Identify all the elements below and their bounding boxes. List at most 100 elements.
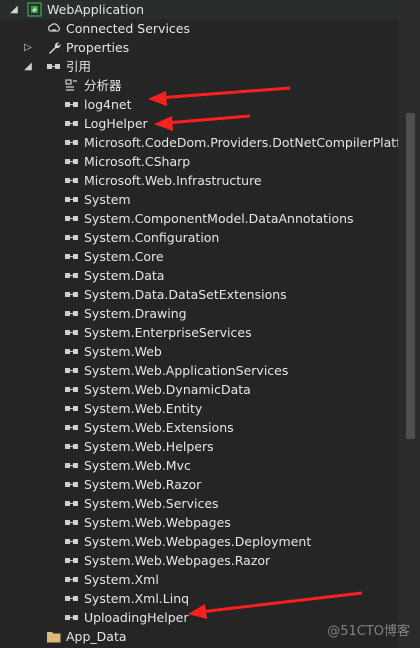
reference-icon [64,477,80,492]
reference-item[interactable]: Microsoft.CodeDom.Providers.DotNetCompil… [0,133,398,152]
reference-icon [64,591,80,606]
reference-label: UploadingHelper [84,610,189,625]
reference-icon [64,439,80,454]
reference-item[interactable]: System.Web.Razor [0,475,398,494]
reference-label: System.Web.DynamicData [84,382,251,397]
references-label: 引用 [66,59,92,74]
reference-item[interactable]: System.Web.Extensions [0,418,398,437]
csharp-project-icon: # [27,2,43,17]
reference-icon [64,306,80,321]
reference-label: System.Web [84,344,162,359]
reference-label: System.Core [84,249,164,264]
cloud-link-icon [46,21,62,36]
reference-label: System.EnterpriseServices [84,325,252,340]
reference-label: System.Data.DataSetExtensions [84,287,287,302]
scrollbar-thumb[interactable] [406,113,415,439]
reference-item[interactable]: Microsoft.CSharp [0,152,398,171]
reference-label: System.Web.ApplicationServices [84,363,289,378]
reference-item[interactable]: System.Web.Entity [0,399,398,418]
chevron-down-icon[interactable]: ◢ [22,57,34,76]
reference-icon [64,173,80,188]
reference-item[interactable]: System.Configuration [0,228,398,247]
reference-label: System.Web.Razor [84,477,202,492]
reference-icon [64,401,80,416]
reference-icon [64,154,80,169]
reference-label: Microsoft.CSharp [84,154,191,169]
reference-item[interactable]: System.Data [0,266,398,285]
svg-text:#: # [32,7,37,14]
reference-label: System.Web.Webpages.Deployment [84,534,312,549]
reference-label: LogHelper [84,116,148,131]
tree-item-properties[interactable]: ▷ Properties [0,38,398,57]
reference-item[interactable]: System.Data.DataSetExtensions [0,285,398,304]
reference-item[interactable]: LogHelper [0,114,398,133]
reference-item[interactable]: System.Web.ApplicationServices [0,361,398,380]
analyzer-icon [64,78,80,93]
reference-item[interactable]: Microsoft.Web.Infrastructure [0,171,398,190]
folder-icon [46,629,62,644]
reference-label: System.Web.Extensions [84,420,234,435]
reference-label: Microsoft.Web.Infrastructure [84,173,262,188]
reference-item[interactable]: System.EnterpriseServices [0,323,398,342]
project-name: WebApplication [47,2,145,17]
reference-label: System.Web.Mvc [84,458,191,473]
chevron-down-icon[interactable]: ◢ [8,0,20,19]
reference-label: System.Web.Webpages.Razor [84,553,271,568]
properties-label: Properties [66,40,130,55]
reference-label: System.Web.Webpages [84,515,231,530]
reference-item[interactable]: System.Web.Services [0,494,398,513]
reference-item[interactable]: System.Xml [0,570,398,589]
reference-icon [64,344,80,359]
reference-icon [64,515,80,530]
reference-icon [64,268,80,283]
reference-item[interactable]: System.Web.Mvc [0,456,398,475]
tree-item-project[interactable]: ◢ # WebApplication [0,0,398,19]
reference-icon [64,382,80,397]
tree-item-connected-services[interactable]: Connected Services [0,19,398,38]
reference-label: System.Web.Helpers [84,439,214,454]
reference-icon [64,610,80,625]
tree-item-analyzers[interactable]: 分析器 [0,76,398,95]
reference-label: System.Xml.Linq [84,591,190,606]
reference-icon [64,135,80,150]
reference-label: log4net [84,97,132,112]
tree-item-references[interactable]: ◢ 引用 [0,57,398,76]
reference-icon [64,287,80,302]
reference-item[interactable]: log4net [0,95,398,114]
chevron-right-icon[interactable]: ▷ [22,38,34,57]
reference-label: System.Drawing [84,306,187,321]
reference-icon [64,534,80,549]
reference-icon [64,363,80,378]
reference-icon [64,325,80,340]
reference-icon [64,572,80,587]
reference-item[interactable]: System.Web.Webpages.Razor [0,551,398,570]
app-data-label: App_Data [66,629,127,644]
wrench-icon [46,40,62,55]
reference-label: System [84,192,131,207]
reference-item[interactable]: System.Drawing [0,304,398,323]
reference-label: System.Web.Entity [84,401,203,416]
reference-label: System.Configuration [84,230,220,245]
reference-label: System.Web.Services [84,496,219,511]
reference-icon [64,496,80,511]
reference-icon [64,230,80,245]
reference-icon [64,249,80,264]
reference-icon [64,192,80,207]
reference-item[interactable]: System.Web.DynamicData [0,380,398,399]
reference-item[interactable]: System.Xml.Linq [0,589,398,608]
vertical-scrollbar[interactable] [398,0,420,648]
reference-icon [64,116,80,131]
reference-item[interactable]: System.Web.Webpages [0,513,398,532]
reference-icon [64,97,80,112]
reference-item[interactable]: System.Web [0,342,398,361]
reference-item[interactable]: System.Web.Webpages.Deployment [0,532,398,551]
reference-icon [46,59,62,74]
solution-explorer-tree: ◢ # WebApplication Connected Services ▷ [0,0,398,648]
reference-item[interactable]: System.Web.Helpers [0,437,398,456]
watermark: @51CTO博客 [327,624,410,639]
reference-item[interactable]: System.Core [0,247,398,266]
reference-item[interactable]: System [0,190,398,209]
reference-icon [64,420,80,435]
reference-item[interactable]: System.ComponentModel.DataAnnotations [0,209,398,228]
reference-label: System.Data [84,268,165,283]
